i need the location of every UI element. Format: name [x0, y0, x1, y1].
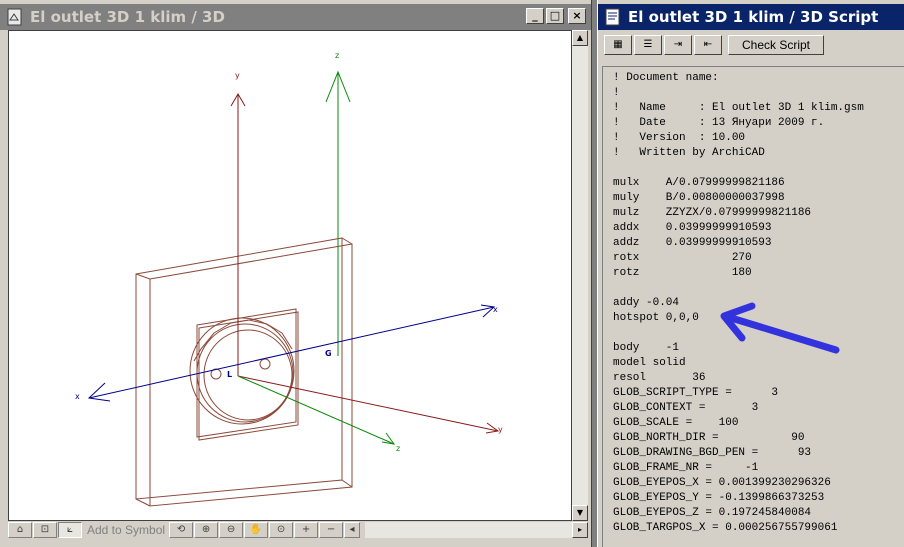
perspective-icon[interactable]: ⟀ [58, 522, 82, 538]
outdent-icon[interactable]: ⇤ [694, 35, 722, 55]
list-icon[interactable]: ▦ [604, 35, 632, 55]
vertical-scrollbar[interactable]: ▲ ▼ [572, 30, 588, 521]
script-line: mulx A/0.07999999821186 [613, 177, 785, 189]
window-3d: El outlet 3D 1 klim / 3D _ □ × y z x x z… [0, 0, 592, 547]
script-line: ! Date : 13 Януари 2009 г. [613, 117, 825, 129]
script-line: GLOB_EYEPOS_X = 0.001399230296326 [613, 477, 831, 489]
check-script-button[interactable]: Check Script [728, 35, 824, 55]
script-line: addy -0.04 [613, 297, 680, 309]
script-document-icon [604, 8, 622, 26]
script-line: hotspot 0,0,0 [613, 312, 699, 324]
script-line: rotx 270 [613, 252, 752, 264]
script-line: ! Version : 10.00 [613, 132, 746, 144]
script-line: ! [613, 87, 620, 99]
zoom-plus-icon[interactable]: + [294, 522, 319, 538]
script-line: ! Document name: [613, 72, 719, 84]
zoom-in-icon[interactable]: ⊕ [194, 522, 219, 538]
point-label-l: L [227, 370, 232, 379]
y-axis-label-bottom: y [498, 425, 503, 434]
horizontal-scrollbar[interactable]: ▸ [365, 522, 588, 538]
script-line: GLOB_FRAME_NR = -1 [613, 462, 759, 474]
script-line: addx 0.03999999910593 [613, 222, 772, 234]
x-axis-label-right: x [493, 305, 498, 314]
z-axis [237, 70, 396, 445]
align-icon[interactable]: ☰ [634, 35, 662, 55]
script-line: GLOB_TARGPOS_X = 0.000256755799061 [613, 522, 838, 534]
window-script-title: El outlet 3D 1 klim / 3D Script [628, 8, 879, 26]
y-axis [230, 93, 500, 434]
zoom-out-icon[interactable]: ⊖ [219, 522, 244, 538]
rotate-view-icon[interactable]: ⟲ [169, 522, 194, 538]
scroll-down-arrow-icon[interactable]: ▼ [572, 505, 588, 521]
window-script-titlebar[interactable]: El outlet 3D 1 klim / 3D Script [598, 4, 904, 30]
pan-hand-icon[interactable]: ✋ [244, 522, 269, 538]
script-line: model solid [613, 357, 686, 369]
annotation-arrow-icon [720, 302, 840, 354]
script-line: GLOB_SCRIPT_TYPE = 3 [613, 387, 779, 399]
script-line: resol 36 [613, 372, 706, 384]
point-label-g: G [325, 349, 332, 358]
document-icon [6, 8, 24, 26]
script-line: GLOB_DRAWING_BGD_PEN = 93 [613, 447, 812, 459]
script-line: ! Written by ArchiCAD [613, 147, 765, 159]
3d-view-toolbar: ⌂ ⊡ ⟀ Add to Symbol ⟲ ⊕ ⊖ ✋ ⊙ + − ◂ ▸ [8, 521, 588, 539]
3d-view-canvas[interactable]: y z x x z y L G [8, 30, 572, 521]
script-line: GLOB_EYEPOS_Y = -0.1399866373253 [613, 492, 825, 504]
maximize-button[interactable]: □ [546, 8, 564, 24]
script-line: muly B/0.00800000037998 [613, 192, 785, 204]
script-line: mulz ZZYZX/0.07999999821186 [613, 207, 812, 219]
scroll-left-arrow-icon[interactable]: ◂ [344, 522, 361, 538]
zoom-window-icon[interactable]: ⊙ [269, 522, 294, 538]
outlet-frame-wireframe [135, 237, 353, 507]
script-line: ! Name : El outlet 3D 1 klim.gsm [613, 102, 864, 114]
script-line: GLOB_SCALE = 100 [613, 417, 739, 429]
window-3d-title: El outlet 3D 1 klim / 3D [30, 8, 225, 26]
scroll-right-arrow-icon[interactable]: ▸ [572, 522, 588, 538]
window-3d-script: El outlet 3D 1 klim / 3D Script ▦ ☰ ⇥ ⇤ … [597, 0, 904, 547]
x-axis-label-left: x [75, 392, 80, 401]
indent-icon[interactable]: ⇥ [664, 35, 692, 55]
minimize-button[interactable]: _ [526, 8, 544, 24]
script-line: rotz 180 [613, 267, 752, 279]
add-to-symbol-button[interactable]: Add to Symbol [83, 523, 169, 537]
y-axis-label-top: y [235, 71, 240, 80]
z-axis-label-bottom: z [396, 444, 400, 453]
script-line: GLOB_CONTEXT = 3 [613, 402, 759, 414]
window-3d-titlebar[interactable]: El outlet 3D 1 klim / 3D _ □ × [0, 4, 591, 30]
script-line: addz 0.03999999910593 [613, 237, 772, 249]
z-axis-label-top: z [335, 51, 339, 60]
script-line: GLOB_EYEPOS_Z = 0.197245840084 [613, 507, 812, 519]
script-line: body -1 [613, 342, 680, 354]
zoom-minus-icon[interactable]: − [319, 522, 344, 538]
home-icon[interactable]: ⌂ [8, 522, 32, 538]
script-line: GLOB_NORTH_DIR = 90 [613, 432, 805, 444]
zoom-fit-icon[interactable]: ⊡ [33, 522, 57, 538]
script-toolbar: ▦ ☰ ⇥ ⇤ Check Script [604, 34, 824, 56]
scroll-up-arrow-icon[interactable]: ▲ [572, 30, 588, 46]
close-button[interactable]: × [568, 8, 586, 24]
